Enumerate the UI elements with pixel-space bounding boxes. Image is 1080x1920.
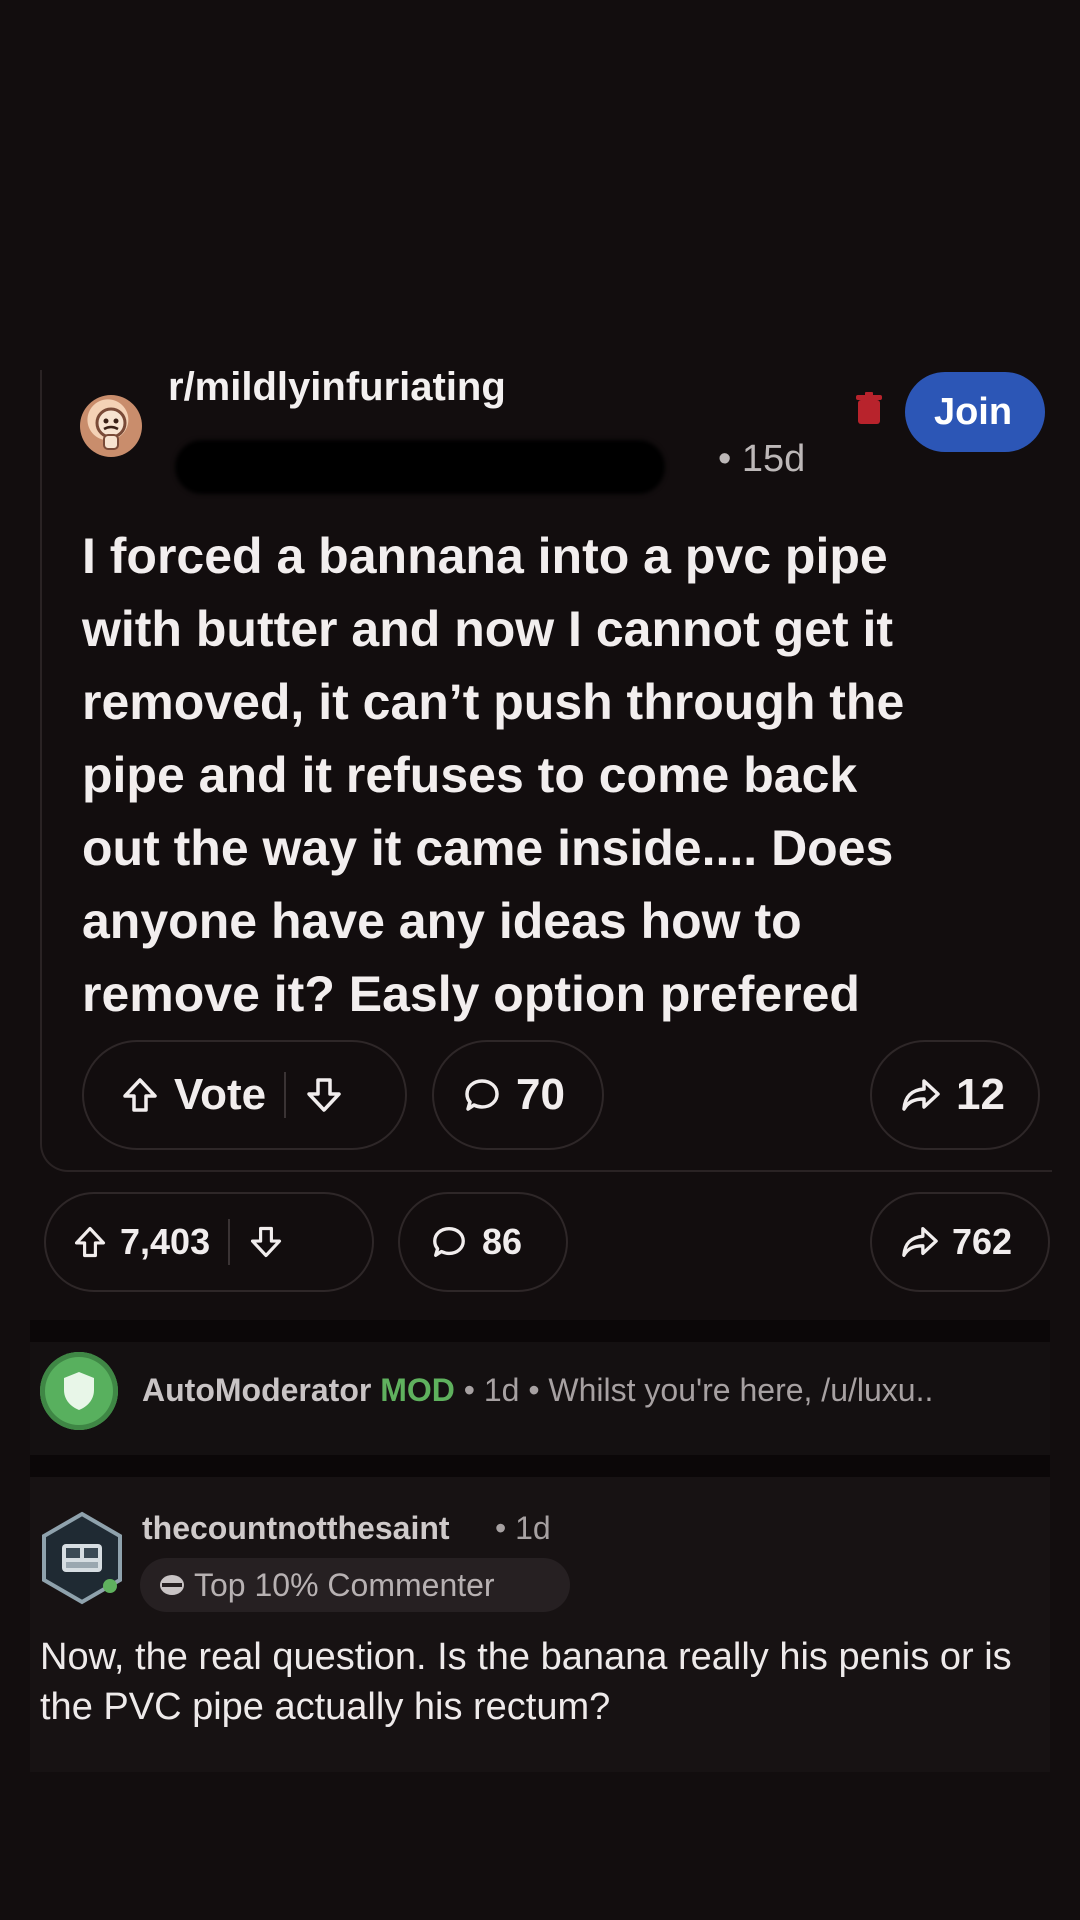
comment-age: • 1d (495, 1510, 551, 1546)
quoted-vote-control: Vote (82, 1040, 407, 1150)
automod-username[interactable]: AutoModerator (142, 1372, 371, 1408)
section-divider (30, 1320, 1050, 1342)
vote-count: 7,403 (120, 1221, 211, 1262)
shield-icon (64, 1372, 94, 1410)
top-commenter-badge: Top 10% Commenter (140, 1558, 570, 1612)
outer-share-button[interactable]: 762 (870, 1192, 1050, 1292)
commenter-username[interactable]: thecountnotthesaint (142, 1510, 450, 1547)
section-divider (30, 1455, 1050, 1477)
comment-icon (465, 1079, 499, 1111)
subreddit-avatar[interactable] (80, 395, 142, 457)
vote-separator (228, 1219, 231, 1265)
share-icon (902, 1079, 940, 1111)
post-age: • 15d (718, 438, 806, 480)
automod-avatar[interactable] (40, 1352, 118, 1430)
redacted-username (175, 440, 665, 494)
automod-comment-summary[interactable]: AutoModerator MOD • 1d • Whilst you're h… (142, 1372, 933, 1409)
outer-comment-count: 86 (482, 1221, 523, 1262)
comment-body: Now, the real question. Is the banana re… (40, 1636, 1012, 1728)
delete-icon[interactable] (855, 392, 883, 426)
downvote-icon[interactable] (248, 1224, 284, 1260)
mod-badge: MOD (380, 1372, 455, 1408)
comment-icon (433, 1227, 465, 1257)
quoted-comment-count: 70 (516, 1070, 565, 1119)
post-title[interactable]: I forced a bannana into a pvc pipe with … (82, 520, 1042, 1031)
downvote-icon[interactable] (304, 1075, 344, 1115)
automod-preview: • 1d • Whilst you're here, /u/luxu.. (454, 1372, 934, 1408)
vote-label: Vote (174, 1070, 267, 1119)
join-button[interactable]: Join (905, 372, 1045, 452)
award-icon (160, 1575, 184, 1595)
outer-comments-button[interactable]: 86 (398, 1192, 568, 1292)
vote-separator (284, 1072, 287, 1118)
quoted-comments-button[interactable]: 70 (432, 1040, 604, 1150)
quoted-share-count: 12 (956, 1070, 1005, 1119)
outer-vote-control: 7,403 (44, 1192, 374, 1292)
outer-share-count: 762 (952, 1221, 1013, 1262)
commenter-avatar[interactable] (38, 1510, 126, 1606)
share-icon (902, 1227, 938, 1257)
quoted-share-button[interactable]: 12 (870, 1040, 1040, 1150)
badge-label: Top 10% Commenter (194, 1566, 495, 1603)
upvote-icon[interactable] (120, 1075, 160, 1115)
subreddit-name[interactable]: r/mildlyinfuriating (168, 365, 506, 410)
upvote-icon[interactable] (72, 1224, 108, 1260)
